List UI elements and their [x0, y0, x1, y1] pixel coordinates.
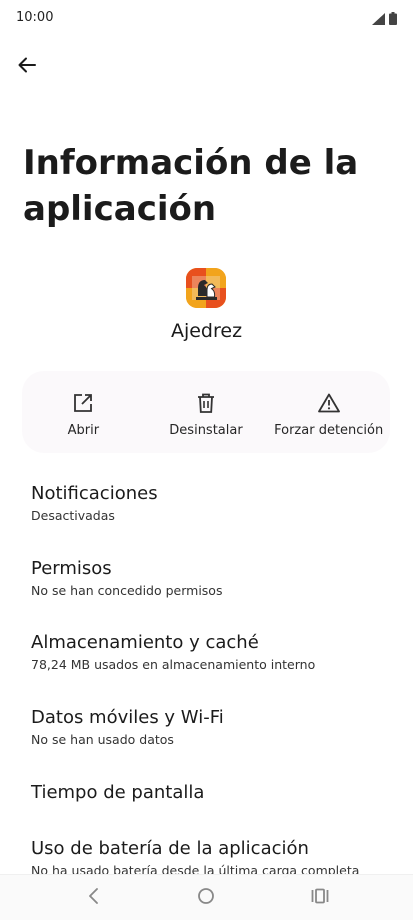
- trash-icon: [194, 391, 218, 415]
- setting-title: Tiempo de pantalla: [31, 782, 205, 803]
- setting-subtitle: Desactivadas: [31, 508, 115, 523]
- arrow-left-icon: [17, 55, 37, 79]
- open-button-label: Abrir: [67, 423, 100, 438]
- back-button[interactable]: [10, 50, 44, 84]
- status-icons: [372, 10, 397, 29]
- settings-item-battery[interactable]: Uso de batería de la aplicación No ha us…: [31, 838, 391, 878]
- settings-item-permissions[interactable]: Permisos No se han concedido permisos: [31, 558, 391, 598]
- settings-item-notifications[interactable]: Notificaciones Desactivadas: [31, 483, 391, 523]
- setting-subtitle: 78,24 MB usados en almacenamiento intern…: [31, 657, 316, 672]
- nav-home-button[interactable]: [195, 887, 217, 909]
- recents-nav-icon: [311, 888, 329, 908]
- page-title: Información de la aplicación: [23, 143, 359, 229]
- status-time: 10:00: [16, 10, 54, 25]
- settings-item-storage[interactable]: Almacenamiento y caché 78,24 MB usados e…: [31, 632, 391, 672]
- app-name: Ajedrez: [170, 320, 243, 342]
- force-stop-button-label: Forzar detención: [274, 423, 384, 438]
- nav-back-button[interactable]: [82, 887, 104, 909]
- setting-title: Uso de batería de la aplicación: [31, 838, 309, 859]
- warning-icon: [317, 391, 341, 415]
- setting-title: Almacenamiento y caché: [31, 632, 259, 653]
- home-nav-icon: [197, 887, 215, 909]
- open-button[interactable]: Abrir: [22, 371, 145, 453]
- setting-title: Permisos: [31, 558, 112, 579]
- setting-subtitle: No se han usado datos: [31, 732, 174, 747]
- nav-recents-button[interactable]: [309, 887, 331, 909]
- uninstall-button[interactable]: Desinstalar: [145, 371, 268, 453]
- settings-item-screen-time[interactable]: Tiempo de pantalla: [31, 782, 391, 803]
- battery-icon: [389, 10, 397, 29]
- setting-subtitle: No se han concedido permisos: [31, 583, 223, 598]
- settings-item-mobile-data[interactable]: Datos móviles y Wi-Fi No se han usado da…: [31, 707, 391, 747]
- status-bar: 10:00: [0, 0, 413, 36]
- setting-title: Datos móviles y Wi-Fi: [31, 707, 224, 728]
- setting-title: Notificaciones: [31, 483, 158, 504]
- system-nav-bar: [0, 874, 413, 920]
- back-nav-icon: [87, 887, 99, 909]
- force-stop-button[interactable]: Forzar detención: [267, 371, 390, 453]
- uninstall-button-label: Desinstalar: [169, 423, 243, 438]
- open-external-icon: [71, 391, 95, 415]
- signal-icon: [372, 10, 385, 29]
- chess-app-icon: [186, 268, 226, 308]
- app-actions: Abrir Desinstalar Forzar detención: [22, 371, 390, 453]
